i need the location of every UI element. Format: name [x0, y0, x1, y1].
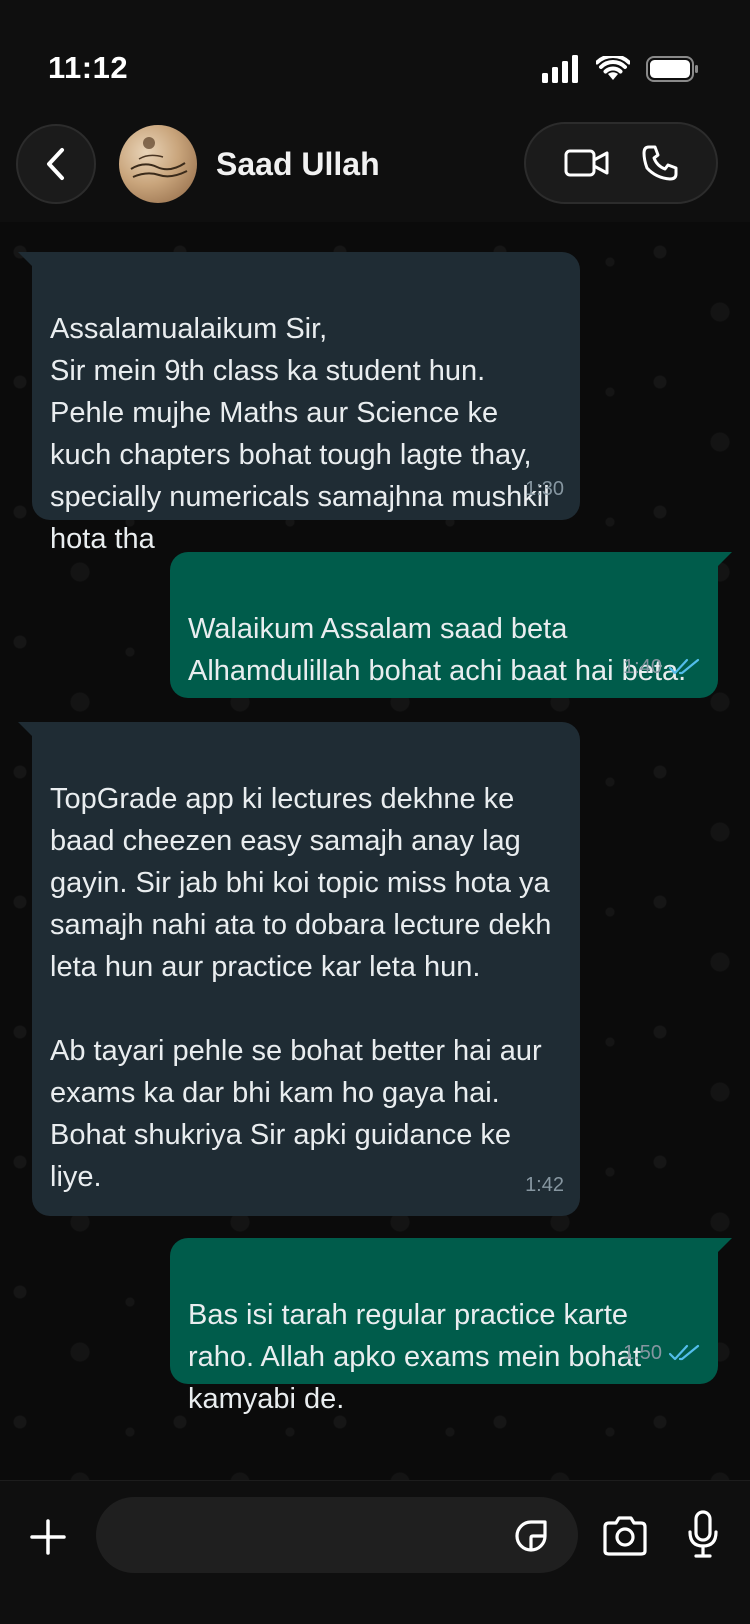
message-text: Assalamualaikum Sir, Sir mein 9th class …	[50, 313, 550, 555]
plus-icon[interactable]	[28, 1517, 68, 1557]
back-button[interactable]	[16, 124, 96, 204]
double-check-icon	[668, 1343, 702, 1363]
double-check-icon	[668, 657, 702, 677]
status-time: 11:12	[48, 50, 129, 85]
microphone-icon[interactable]	[686, 1509, 720, 1561]
message-outgoing[interactable]: Bas isi tarah regular practice karte rah…	[170, 1238, 732, 1415]
message-text: Walaikum Assalam saad beta Alhamdulillah…	[188, 613, 687, 687]
message-time: 1:40	[623, 646, 702, 688]
message-incoming[interactable]: Assalamualaikum Sir, Sir mein 9th class …	[18, 252, 580, 555]
sticker-icon[interactable]	[510, 1515, 552, 1557]
message-outgoing[interactable]: Walaikum Assalam saad beta Alhamdulillah…	[170, 552, 732, 698]
message-time-label: 1:30	[525, 478, 564, 500]
composer-bar	[0, 1480, 750, 1624]
avatar[interactable]	[119, 125, 197, 203]
voice-call-button[interactable]	[641, 144, 679, 182]
contact-name[interactable]: Saad Ullah	[216, 146, 380, 183]
status-icons	[542, 52, 700, 86]
message-incoming[interactable]: TopGrade app ki lectures dekhne ke baad …	[18, 722, 580, 1216]
wifi-icon	[596, 56, 630, 82]
video-camera-icon	[564, 147, 610, 179]
message-time: 1:42	[525, 1164, 564, 1206]
message-time-label: 1.50	[623, 1342, 662, 1364]
battery-icon	[646, 56, 700, 82]
message-time-label: 1:42	[525, 1174, 564, 1196]
call-actions	[524, 122, 718, 204]
phone-icon	[641, 144, 679, 182]
message-text: Bas isi tarah regular practice karte rah…	[188, 1299, 641, 1415]
chat-header: Saad Ullah	[0, 110, 750, 222]
message-text: TopGrade app ki lectures dekhne ke baad …	[50, 783, 552, 1193]
camera-icon[interactable]	[600, 1513, 650, 1559]
chevron-left-icon	[44, 146, 68, 182]
signal-icon	[542, 55, 580, 83]
message-input[interactable]	[96, 1497, 578, 1573]
message-time: 1:30	[525, 468, 564, 510]
status-bar: 11:12	[0, 0, 750, 110]
message-time-label: 1:40	[623, 656, 662, 678]
message-time: 1.50	[623, 1332, 702, 1374]
chat-area[interactable]: Assalamualaikum Sir, Sir mein 9th class …	[0, 222, 750, 1480]
video-call-button[interactable]	[564, 147, 610, 179]
